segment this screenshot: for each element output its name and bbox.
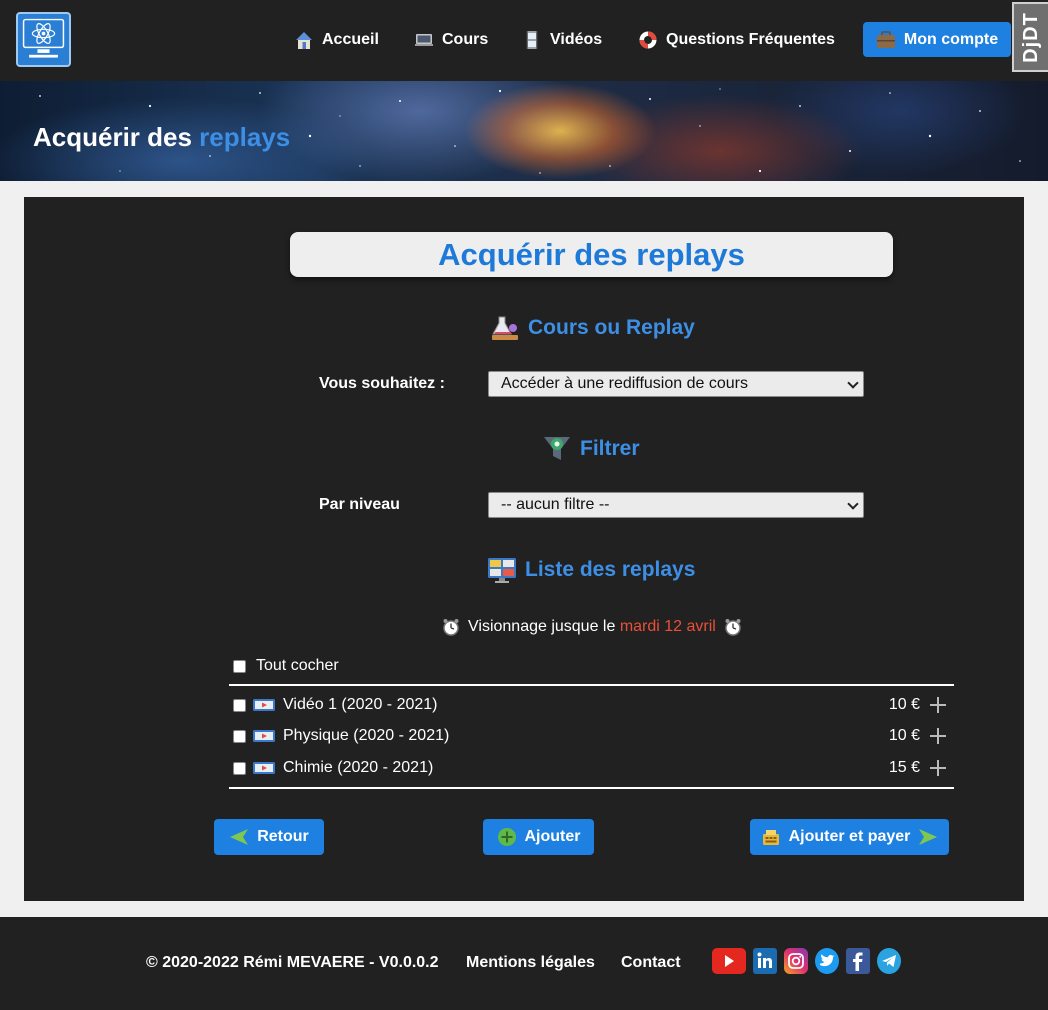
section-title: Cours ou Replay (528, 316, 695, 339)
footer-contact-link[interactable]: Contact (621, 954, 681, 972)
arrow-right-icon (918, 827, 938, 847)
alarm-clock-icon (442, 618, 460, 636)
add-and-pay-button[interactable]: Ajouter et payer (750, 819, 949, 855)
back-button[interactable]: Retour (214, 819, 324, 855)
nav-item-accueil[interactable]: Accueil (294, 27, 379, 53)
footer-copyright: © 2020-2022 Rémi MEVAERE - V0.0.0.2 (146, 954, 439, 971)
replay-checkbox[interactable] (233, 698, 246, 712)
replay-price: 10 € (888, 696, 920, 713)
lab-flask-icon (490, 313, 520, 343)
house-icon (294, 30, 314, 50)
site-logo[interactable] (16, 12, 71, 67)
video-icon (253, 729, 275, 743)
chevron-down-icon (847, 377, 859, 389)
section-heading-cours: Cours ou Replay (490, 313, 695, 343)
replay-row: Vidéo 1 (2020 - 2021) 10 € (233, 694, 954, 716)
expand-plus-icon[interactable] (930, 697, 946, 713)
nav-item-label: Cours (442, 31, 489, 48)
wish-select[interactable]: Accéder à une rediffusion de cours (488, 371, 864, 397)
page-title: Acquérir des replays (438, 236, 745, 272)
nav-item-label: Questions Fréquentes (666, 31, 835, 48)
expand-plus-icon[interactable] (930, 728, 946, 744)
replay-row: Chimie (2020 - 2021) 15 € (233, 757, 954, 779)
twitter-icon[interactable] (815, 948, 839, 974)
replay-title: Vidéo 1 (2020 - 2021) (283, 696, 438, 713)
debug-toolbar-label: DjDT (1019, 11, 1042, 63)
replay-checkbox[interactable] (233, 761, 246, 775)
hero-title-part1: Acquérir des (33, 122, 200, 152)
footer-legal-link[interactable]: Mentions légales (466, 954, 595, 972)
list-divider-top (229, 684, 954, 686)
deadline-prefix: Visionnage jusque le (468, 618, 620, 635)
section-title: Liste des replays (525, 558, 696, 581)
telegram-icon[interactable] (877, 948, 901, 974)
hero-title-accent: replays (199, 122, 291, 152)
nav-item-label: Accueil (322, 31, 379, 48)
back-label: Retour (257, 828, 309, 845)
replay-monitor-icon (487, 555, 517, 585)
check-all-row[interactable]: Tout cocher (233, 657, 339, 675)
level-filter-select[interactable]: -- aucun filtre -- (488, 492, 864, 518)
deadline-text: Visionnage jusque le mardi 12 avril (468, 618, 716, 636)
viewing-deadline: Visionnage jusque le mardi 12 avril (442, 618, 742, 636)
top-navbar: Accueil Cours Vidéos Questions Fréquente… (0, 0, 1048, 81)
filter-funnel-icon (542, 434, 572, 464)
list-divider-bottom (229, 787, 954, 789)
replay-title: Chimie (2020 - 2021) (283, 759, 434, 776)
facebook-icon[interactable] (846, 948, 870, 974)
lifebuoy-icon (638, 30, 658, 50)
section-title: Filtrer (580, 437, 640, 460)
replay-price: 10 € (888, 727, 920, 744)
film-icon (522, 30, 542, 50)
add-pay-label: Ajouter et payer (788, 828, 911, 845)
section-heading-filtre: Filtrer (542, 434, 640, 464)
expand-plus-icon[interactable] (930, 760, 946, 776)
arrow-left-icon (229, 827, 249, 847)
instagram-icon[interactable] (784, 948, 808, 974)
my-account-label: Mon compte (903, 30, 999, 48)
youtube-icon[interactable] (712, 948, 746, 974)
video-icon (253, 698, 275, 712)
replay-title: Physique (2020 - 2021) (283, 727, 450, 744)
nav-item-faq[interactable]: Questions Fréquentes (638, 27, 835, 53)
linkedin-icon[interactable] (753, 948, 777, 974)
video-icon (253, 761, 275, 775)
deadline-date: mardi 12 avril (619, 618, 716, 635)
debug-toolbar-handle[interactable]: DjDT (1012, 2, 1048, 72)
briefcase-icon (876, 30, 896, 49)
section-heading-liste: Liste des replays (487, 555, 695, 585)
add-button[interactable]: Ajouter (483, 819, 594, 855)
social-links (712, 948, 901, 974)
plus-circle-icon (497, 827, 517, 847)
cash-register-icon (761, 827, 781, 847)
check-all-label: Tout cocher (256, 657, 339, 674)
wish-select-value: Accéder à une rediffusion de cours (501, 375, 748, 392)
chevron-down-icon (847, 498, 859, 510)
check-all-checkbox[interactable] (233, 659, 246, 673)
add-label: Ajouter (524, 828, 581, 845)
nav-item-cours[interactable]: Cours (414, 27, 488, 53)
level-select-value: -- aucun filtre -- (501, 496, 610, 513)
nav-item-videos[interactable]: Vidéos (522, 27, 602, 53)
alarm-clock-icon (724, 618, 742, 636)
replay-row: Physique (2020 - 2021) 10 € (233, 725, 954, 747)
nav-item-label: Vidéos (550, 31, 603, 48)
hero-title: Acquérir des replays (33, 122, 290, 153)
page-title-box: Acquérir des replays (290, 232, 893, 277)
level-label: Par niveau (319, 496, 400, 513)
main-panel (24, 197, 1024, 901)
replay-checkbox[interactable] (233, 729, 246, 743)
my-account-button[interactable]: Mon compte (863, 22, 1011, 57)
replay-price: 15 € (888, 759, 920, 776)
laptop-icon (414, 30, 434, 50)
wish-label: Vous souhaitez : (319, 375, 445, 392)
